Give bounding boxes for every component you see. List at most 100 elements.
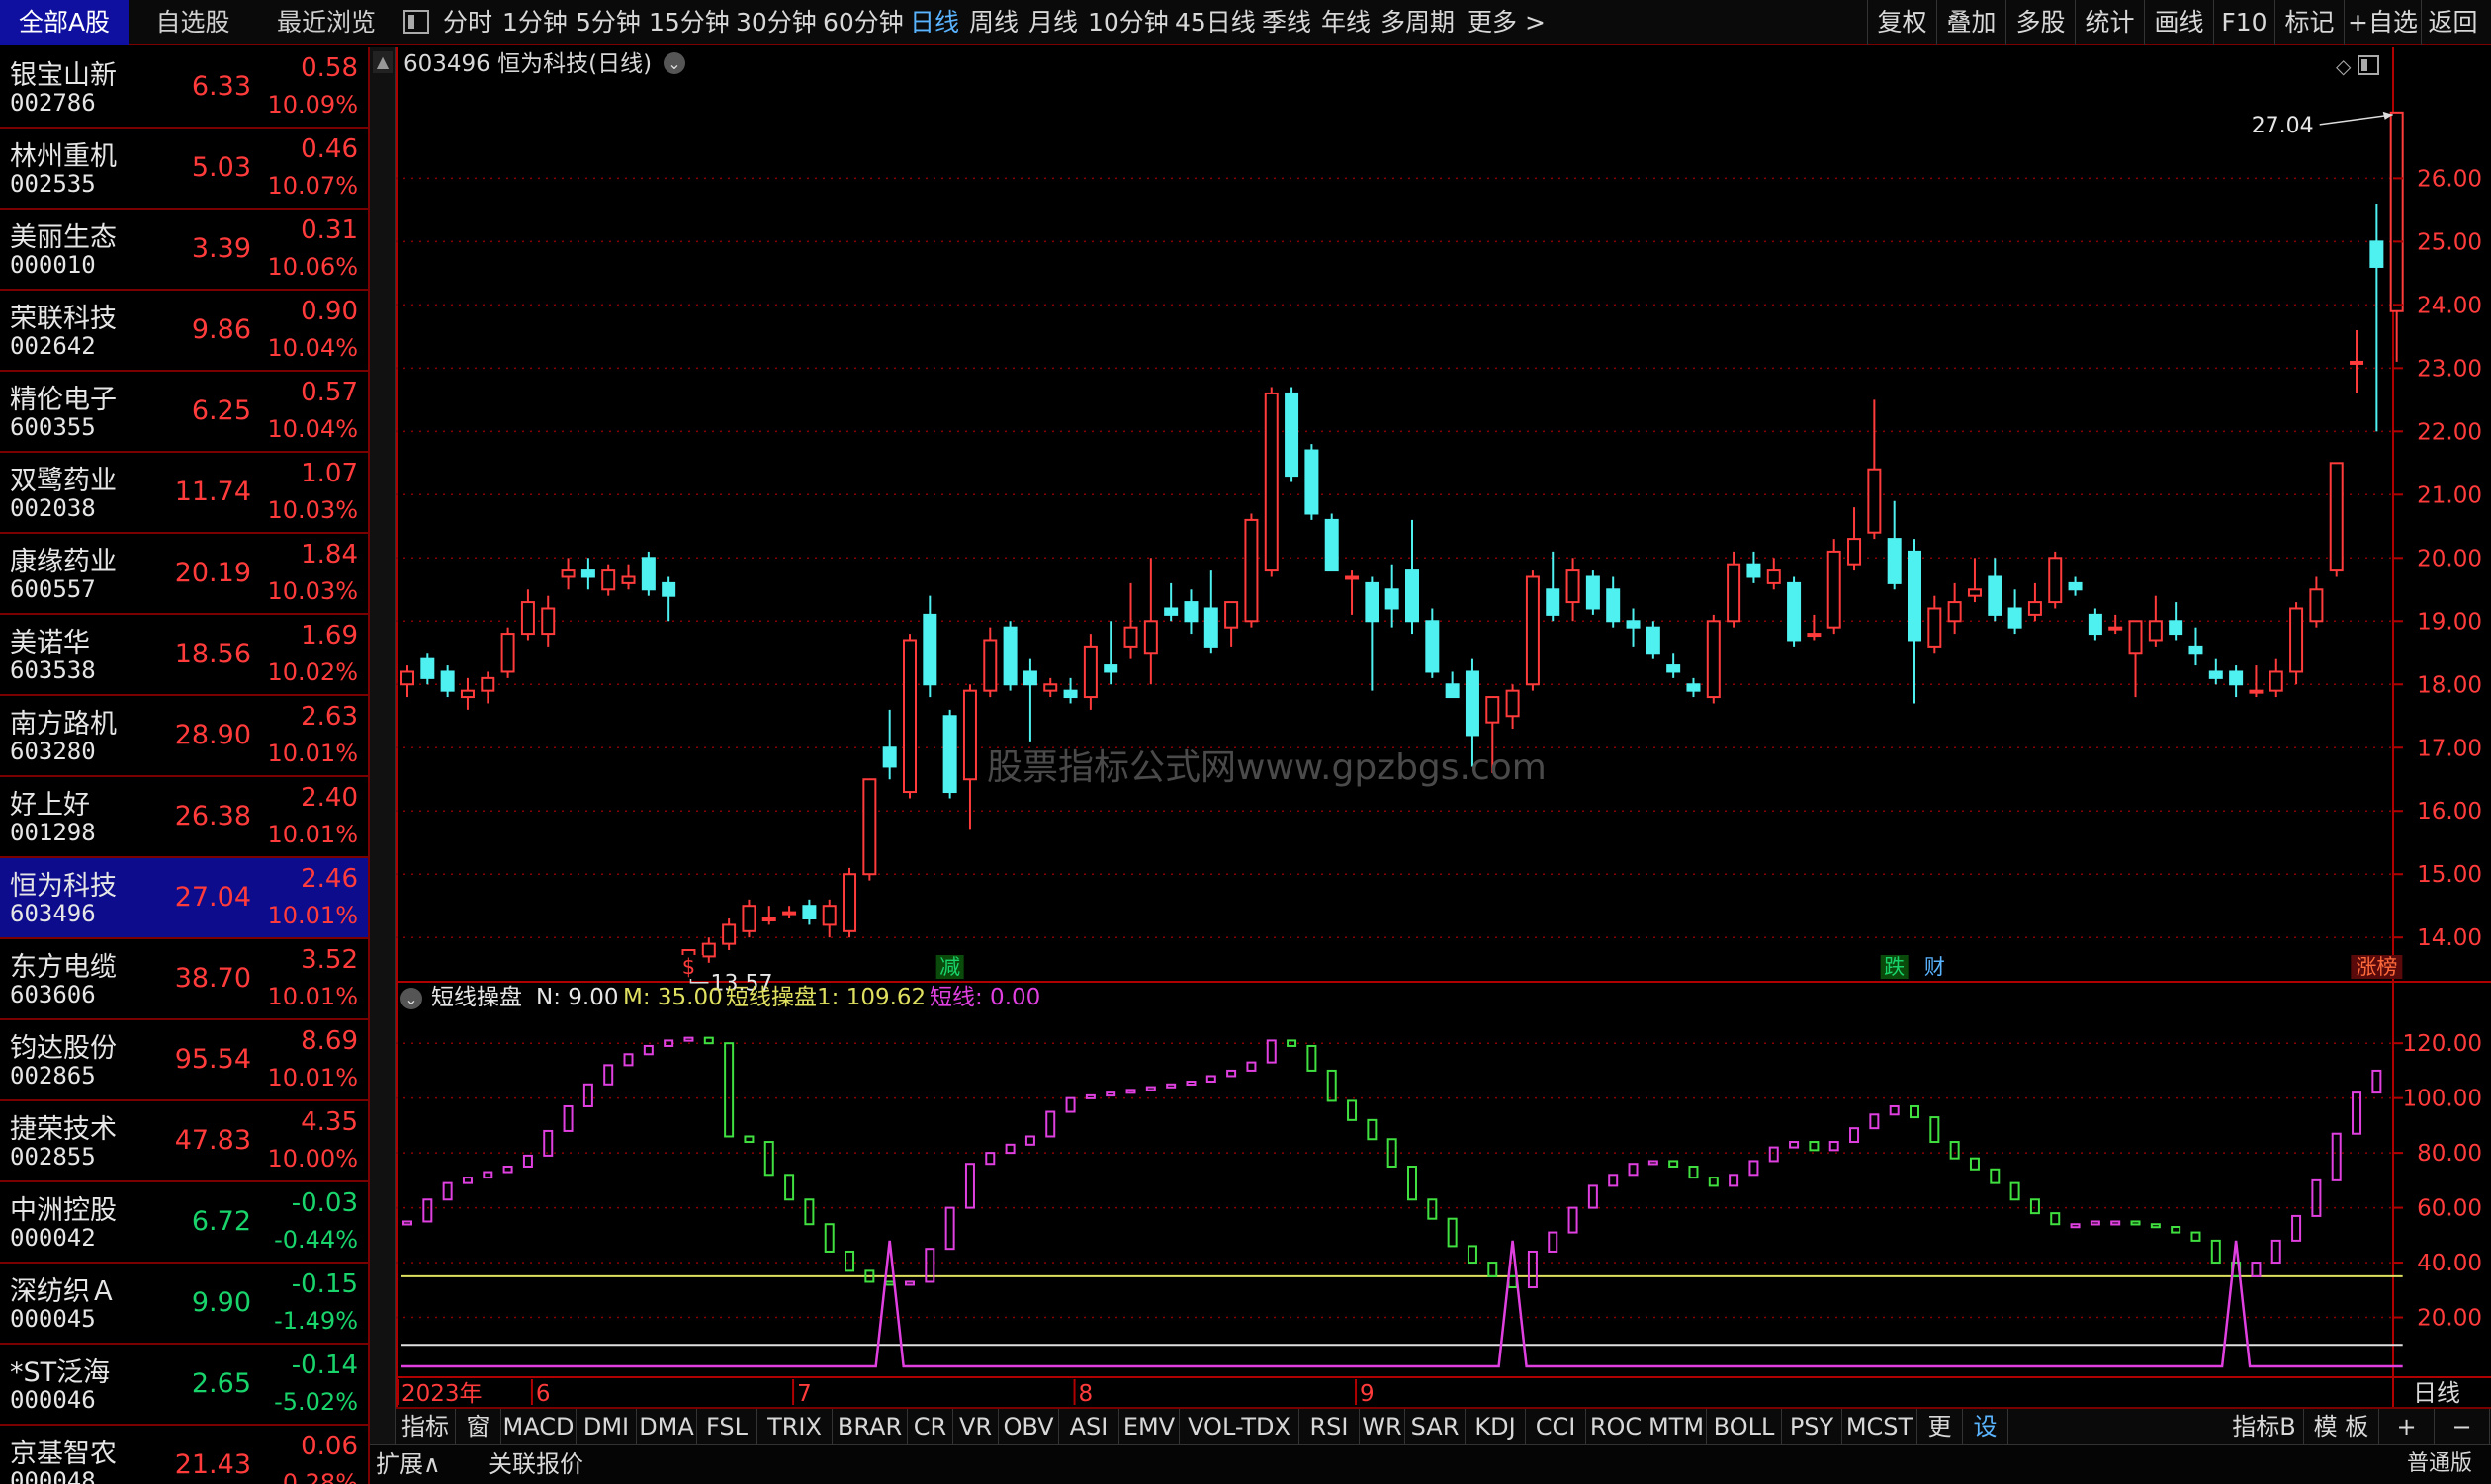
candle-body[interactable] (420, 657, 435, 679)
candle-body[interactable] (580, 569, 595, 578)
candle-body[interactable] (1606, 588, 1621, 623)
candle-body[interactable] (1666, 664, 1681, 673)
candle-body[interactable] (742, 905, 756, 932)
indicator-tab-20[interactable]: MTM (1646, 1409, 1707, 1444)
period-11[interactable]: 季线 (1262, 0, 1311, 45)
candle-body[interactable] (1184, 601, 1199, 623)
tab-watchlist[interactable]: 自选股 (129, 0, 257, 45)
period-6[interactable]: 日线 (910, 0, 959, 45)
candle-body[interactable] (1345, 575, 1360, 580)
indicator-tab-1[interactable]: 窗口 (456, 1409, 501, 1476)
indicator-tab-15[interactable]: WR (1360, 1409, 1405, 1444)
template-tab[interactable]: 模 板 (2304, 1409, 2379, 1444)
candle-body[interactable] (942, 715, 957, 794)
candle-body[interactable] (1063, 689, 1078, 699)
candle-body[interactable] (2148, 620, 2163, 642)
candle-body[interactable] (1244, 518, 1259, 623)
candle-body[interactable] (2088, 613, 2102, 636)
candle-body[interactable] (1887, 538, 1902, 584)
indicator-tab-13[interactable]: VOL-TDX (1180, 1409, 1299, 1444)
candle-body[interactable] (1143, 620, 1158, 655)
expand-button[interactable]: 扩展∧ (376, 1445, 441, 1483)
candle-body[interactable] (500, 633, 515, 673)
stock-row[interactable]: 京基智农 000048 21.43 0.06 0.28% (0, 1426, 368, 1484)
event-marker[interactable]: $ (682, 955, 695, 979)
candle-body[interactable] (561, 569, 576, 578)
candle-body[interactable] (1285, 392, 1299, 478)
candle-body[interactable] (1203, 607, 1218, 648)
stock-row[interactable]: 中洲控股 000042 6.72 -0.03 -0.44% (0, 1182, 368, 1264)
kline-chart[interactable]: 26.00 25.00 24.00 23.00 22.00 21.00 20.00 19.00… (396, 47, 2491, 1457)
period-8[interactable]: 月线 (1028, 0, 1078, 45)
period-1[interactable]: 1分钟 (502, 0, 568, 45)
candle-body[interactable] (2350, 360, 2364, 365)
candle-body[interactable] (962, 689, 977, 781)
stock-row[interactable]: 双鹭药业 002038 11.74 1.07 10.03% (0, 453, 368, 534)
candle-body[interactable] (761, 917, 776, 922)
candle-body[interactable] (1686, 683, 1701, 692)
candle-body[interactable] (1626, 620, 1641, 629)
period-10[interactable]: 45日线 (1175, 0, 1256, 45)
period-3[interactable]: 15分钟 (649, 0, 730, 45)
candle-body[interactable] (2169, 620, 2183, 636)
indicator-tab-16[interactable]: SAR (1405, 1409, 1466, 1444)
candle-body[interactable] (2048, 557, 2063, 604)
candle-body[interactable] (1646, 626, 1660, 655)
stock-row[interactable]: *ST泛海 000046 2.65 -0.14 -5.02% (0, 1345, 368, 1426)
candle-body[interactable] (2249, 689, 2264, 694)
panel-toggle-icon[interactable] (403, 10, 429, 34)
tool-0[interactable]: 复权 (1867, 0, 1936, 45)
zoom-in-button[interactable]: + (2379, 1409, 2435, 1444)
indicator-b-tab[interactable]: 指标B (2225, 1409, 2304, 1444)
candle-body[interactable] (2068, 581, 2083, 591)
stock-row[interactable]: 深纺织Ａ 000045 9.90 -0.15 -1.49% (0, 1264, 368, 1345)
indicator-tab-2[interactable]: MACD (501, 1409, 577, 1444)
candle-body[interactable] (2208, 670, 2223, 679)
candle-body[interactable] (2269, 670, 2283, 692)
candle-body[interactable] (1927, 607, 1942, 648)
indicator-tab-24[interactable]: 更多 (1917, 1409, 1963, 1476)
indicator-tab-21[interactable]: BOLL (1707, 1409, 1782, 1444)
candle-body[interactable] (862, 778, 877, 876)
candle-body[interactable] (520, 601, 535, 636)
candle-body[interactable] (2027, 601, 2042, 616)
candle-body[interactable] (1847, 538, 1862, 566)
candle-body[interactable] (1525, 575, 1540, 686)
period-5[interactable]: 60分钟 (823, 0, 904, 45)
tool-2[interactable]: 多股 (2005, 0, 2075, 45)
candle-body[interactable] (541, 607, 556, 636)
candle-body[interactable] (1384, 588, 1399, 610)
candle-body[interactable] (1003, 626, 1018, 686)
candle-body[interactable] (903, 639, 917, 794)
period-4[interactable]: 30分钟 (736, 0, 817, 45)
indicator-tab-3[interactable]: DMI (577, 1409, 637, 1444)
candle-body[interactable] (1727, 563, 1741, 623)
tool-4[interactable]: 画线 (2144, 0, 2213, 45)
stock-row[interactable]: 精伦电子 600355 6.25 0.57 10.04% (0, 372, 368, 453)
candle-body[interactable] (1988, 575, 2002, 616)
candle-body[interactable] (2289, 607, 2304, 673)
candle-body[interactable] (2007, 607, 2022, 629)
indicator-tab-10[interactable]: OBV (999, 1409, 1059, 1444)
candle-body[interactable] (1043, 683, 1058, 692)
candle-body[interactable] (621, 575, 636, 584)
candle-body[interactable] (400, 670, 414, 686)
event-marker[interactable]: 财 (1924, 955, 1945, 979)
stock-row[interactable]: 南方路机 603280 28.90 2.63 10.01% (0, 696, 368, 777)
candle-body[interactable] (1826, 550, 1841, 629)
stock-row[interactable]: 钧达股份 002865 95.54 8.69 10.01% (0, 1020, 368, 1101)
candle-body[interactable] (1787, 581, 1802, 642)
candle-body[interactable] (1365, 581, 1379, 623)
candle-body[interactable] (1224, 601, 1239, 629)
candle-body[interactable] (1304, 449, 1319, 515)
candle-body[interactable] (2108, 626, 2123, 631)
candle-body[interactable] (1264, 392, 1279, 572)
indicator-name[interactable]: 短线操盘 (431, 985, 522, 1010)
indicator-tab-9[interactable]: VR (953, 1409, 999, 1444)
zoom-out-button[interactable]: − (2435, 1409, 2490, 1444)
candle-body[interactable] (601, 569, 616, 591)
event-marker[interactable]: 涨榜 (2356, 955, 2397, 979)
indicator-tab-17[interactable]: KDJ (1466, 1409, 1526, 1444)
tab-recent[interactable]: 最近浏览 (257, 0, 396, 45)
tool-5[interactable]: F10 (2213, 0, 2274, 45)
